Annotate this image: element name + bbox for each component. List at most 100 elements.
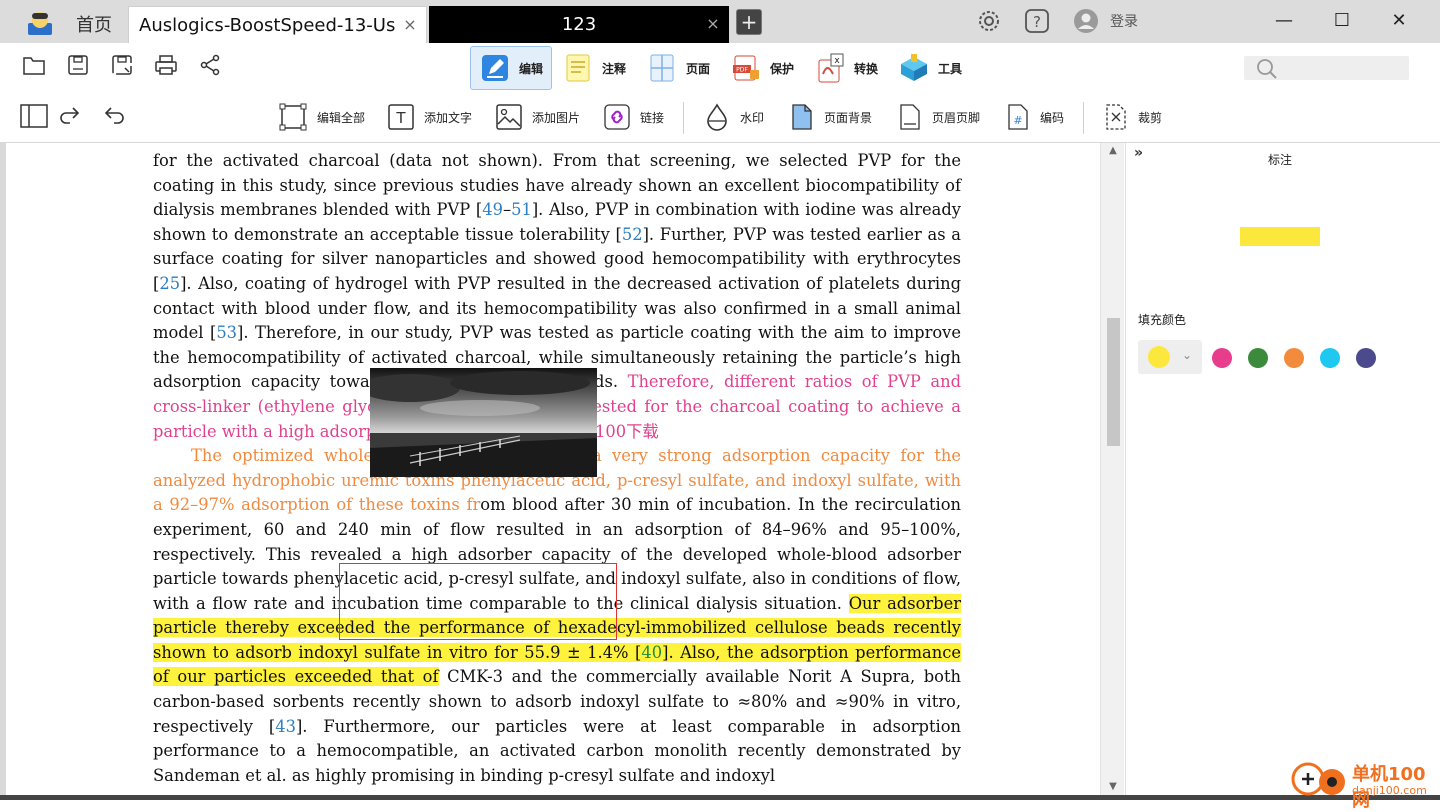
title-bar: 首页 Auslogics-BoostSpeed-13-Us... × 123 ×… xyxy=(0,0,1440,43)
ribbon-tab-protect[interactable]: PDF 保护 xyxy=(730,46,794,90)
search-input[interactable] xyxy=(1244,56,1409,80)
ribbon-tab-label: 工具 xyxy=(938,61,963,76)
tab-document-active[interactable]: Auslogics-BoostSpeed-13-Us... × xyxy=(128,6,427,43)
header-footer-icon xyxy=(900,104,920,130)
save-icon[interactable] xyxy=(66,53,90,77)
tool-label: 页面背景 xyxy=(824,110,873,125)
numbering-icon: # xyxy=(1008,104,1028,130)
annotation-style-preview xyxy=(1240,227,1320,246)
tab-close-icon[interactable]: × xyxy=(402,17,418,33)
site-watermark: 单机100网 danji100.com xyxy=(1290,758,1440,811)
color-swatch-cyan[interactable] xyxy=(1320,348,1340,368)
convert-icon: x xyxy=(818,53,844,83)
print-icon[interactable] xyxy=(154,53,178,77)
chevron-down-icon: ⌄ xyxy=(1182,348,1193,362)
toolbar-divider xyxy=(1083,102,1084,134)
tool-label: 添加图片 xyxy=(532,110,581,125)
scroll-up-arrow-icon[interactable]: ▲ xyxy=(1101,145,1125,156)
color-swatch-pink[interactable] xyxy=(1212,348,1232,368)
ribbon-tab-label: 编辑 xyxy=(519,61,544,76)
inserted-landscape-image[interactable] xyxy=(370,368,597,477)
ribbon-tab-page[interactable]: 页面 xyxy=(646,46,710,90)
citation-link[interactable]: 53 xyxy=(216,323,237,342)
ribbon-tab-comment[interactable]: 注释 xyxy=(562,46,626,90)
protect-icon: PDF xyxy=(733,55,759,81)
open-folder-icon[interactable] xyxy=(22,53,46,77)
citation-link[interactable]: 49 xyxy=(482,200,503,219)
login-link[interactable]: 登录 xyxy=(1110,11,1138,31)
svg-text:PDF: PDF xyxy=(736,67,748,74)
tool-label: 水印 xyxy=(740,110,765,125)
scroll-down-arrow-icon[interactable]: ▼ xyxy=(1101,781,1125,792)
tools-icon xyxy=(901,54,927,81)
ribbon-tab-tools[interactable]: 工具 xyxy=(898,46,962,90)
undo-icon[interactable] xyxy=(102,104,126,128)
tool-label: 链接 xyxy=(640,110,665,125)
svg-text:?: ? xyxy=(1033,13,1041,31)
tab-label: Auslogics-BoostSpeed-13-Us... xyxy=(139,15,397,36)
page-icon xyxy=(650,54,674,82)
citation-link[interactable]: 52 xyxy=(622,225,643,244)
svg-text:#: # xyxy=(1013,114,1022,127)
ribbon-tab-convert[interactable]: x 转换 xyxy=(814,46,878,90)
save-as-icon[interactable] xyxy=(110,53,134,77)
numbering-button[interactable]: # 编码 xyxy=(1006,92,1064,142)
share-icon[interactable] xyxy=(198,53,222,77)
add-text-button[interactable]: T 添加文字 xyxy=(388,92,472,142)
help-icon[interactable]: ? xyxy=(1024,8,1050,34)
app-logo-icon xyxy=(28,12,52,35)
tab-document-123[interactable]: 123 × xyxy=(429,6,729,43)
citation-link[interactable]: 51 xyxy=(511,200,532,219)
redo-icon[interactable] xyxy=(58,104,82,128)
citation-link[interactable]: 25 xyxy=(159,274,180,293)
crop-icon xyxy=(1106,104,1126,130)
selection-rectangle[interactable] xyxy=(339,563,617,640)
annotation-properties-panel: » 标注 填充颜色 ⌄ xyxy=(1125,143,1440,795)
watermark-button[interactable]: 水印 xyxy=(704,92,764,142)
watermark-icon xyxy=(707,103,727,131)
document-viewport[interactable]: for the activated charcoal (data not sho… xyxy=(0,143,1098,795)
user-avatar-icon[interactable] xyxy=(1073,8,1099,34)
sidebar-toggle-icon[interactable] xyxy=(20,104,48,128)
home-tab[interactable]: 首页 xyxy=(62,8,126,43)
comment-icon xyxy=(566,54,590,82)
edit-toolbar: 编辑全部 T 添加文字 添加图片 链接 水印 页面背景 页眉页脚 # 编码 裁剪 xyxy=(0,92,1440,143)
citation-link[interactable]: 40 xyxy=(641,642,663,662)
fill-color-dropdown[interactable]: ⌄ xyxy=(1138,340,1202,374)
close-window-button[interactable]: ✕ xyxy=(1384,8,1414,34)
new-tab-button[interactable]: + xyxy=(736,9,762,35)
scrollbar-thumb[interactable] xyxy=(1107,318,1120,446)
tool-label: 页眉页脚 xyxy=(932,110,981,125)
tab-label: 123 xyxy=(561,14,597,35)
watermark-url: danji100.com xyxy=(1352,784,1427,797)
add-image-icon xyxy=(496,104,522,130)
add-image-button[interactable]: 添加图片 xyxy=(496,92,580,142)
citation-link[interactable]: 43 xyxy=(275,717,296,736)
link-button[interactable]: 链接 xyxy=(604,92,664,142)
color-swatch-orange[interactable] xyxy=(1284,348,1304,368)
panel-title: 标注 xyxy=(1267,153,1292,167)
watermark-logo-icon xyxy=(1291,762,1345,796)
search-icon xyxy=(1257,59,1277,79)
fill-color-label: 填充颜色 xyxy=(1138,313,1187,327)
svg-text:T: T xyxy=(395,109,406,127)
header-footer-button[interactable]: 页眉页脚 xyxy=(898,92,980,142)
edit-all-button[interactable]: 编辑全部 xyxy=(279,92,365,142)
color-swatch-green[interactable] xyxy=(1248,348,1268,368)
link-icon xyxy=(604,104,630,130)
vertical-scrollbar[interactable]: ▲ ▼ xyxy=(1100,143,1124,795)
ribbon-tab-label: 注释 xyxy=(602,61,627,76)
color-swatch-indigo[interactable] xyxy=(1356,348,1376,368)
minimize-button[interactable]: — xyxy=(1269,8,1299,34)
crop-button[interactable]: 裁剪 xyxy=(1104,92,1162,142)
page-background-button[interactable]: 页面背景 xyxy=(790,92,872,142)
edit-icon xyxy=(482,55,508,81)
tab-close-icon[interactable]: × xyxy=(705,16,721,32)
bottom-border xyxy=(0,795,1440,800)
ribbon-tab-edit[interactable]: 编辑 xyxy=(470,46,552,90)
edit-all-icon xyxy=(279,103,307,131)
maximize-button[interactable]: ☐ xyxy=(1327,8,1357,34)
settings-gear-icon[interactable] xyxy=(976,8,1002,34)
tool-label: 编码 xyxy=(1040,110,1065,125)
tool-label: 添加文字 xyxy=(424,110,473,125)
